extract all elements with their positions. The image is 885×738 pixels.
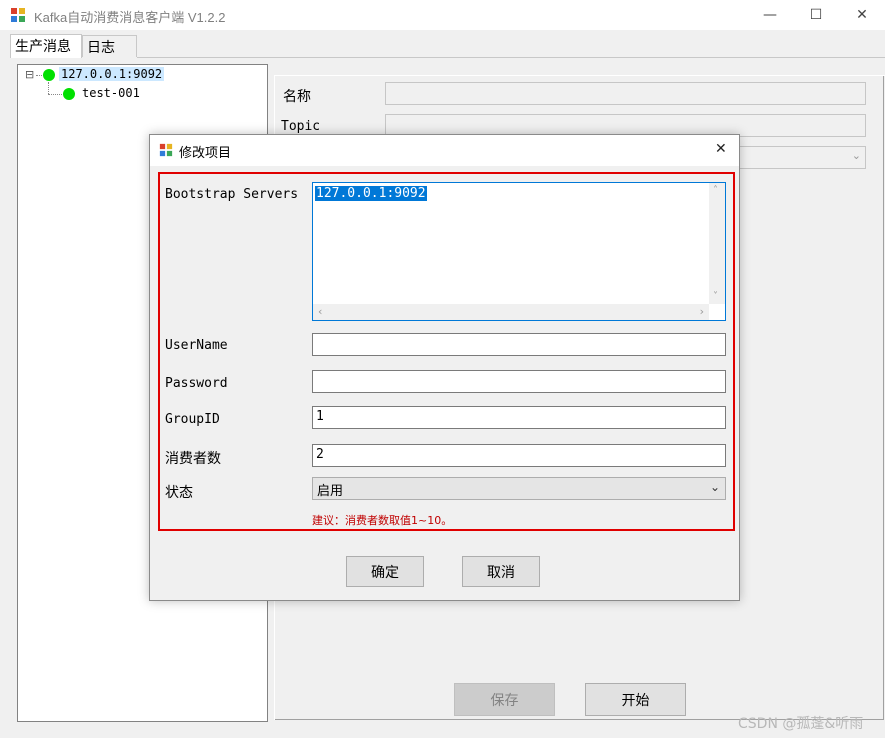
consumer-count-label: 消费者数 [165, 451, 221, 467]
tab-log[interactable]: 日志 [82, 35, 137, 57]
dialog-titlebar: 修改项目 ✕ [150, 135, 739, 166]
chevron-down-icon: ⌄ [851, 149, 861, 162]
save-button[interactable]: 保存 [454, 683, 555, 716]
dialog-close-button[interactable]: ✕ [715, 141, 727, 157]
close-button[interactable]: ✕ [839, 0, 885, 30]
status-label: 状态 [165, 485, 193, 501]
watermark: CSDN @孤蓬&听雨 [738, 716, 864, 732]
groupid-label: GroupID [165, 412, 220, 427]
name-label: 名称 [283, 89, 311, 105]
chevron-down-icon: ⌄ [709, 480, 720, 494]
tab-produce-message[interactable]: 生产消息 [10, 34, 82, 58]
partition-select[interactable]: ⌄ [730, 146, 866, 169]
tree-node-child[interactable]: test-001 [82, 86, 140, 100]
main-titlebar: Kafka自动消费消息客户端 V1.2.2 — ☐ ✕ [0, 0, 885, 30]
tree-connector [48, 82, 49, 94]
tree-connector [36, 75, 42, 76]
scroll-left-icon[interactable]: ‹ [318, 305, 322, 318]
password-label: Password [165, 376, 228, 391]
horizontal-scrollbar[interactable]: ‹ › [313, 304, 709, 320]
status-select-value: 启用 [317, 484, 344, 499]
consumer-hint-text: 建议：消费者数取值1~10。 [312, 514, 453, 527]
start-button[interactable]: 开始 [585, 683, 686, 716]
tree-collapse-icon[interactable]: ⊟ [25, 68, 34, 81]
dialog-app-icon [159, 143, 173, 157]
dialog-title: 修改项目 [179, 146, 232, 161]
tree-connector [48, 94, 62, 95]
scroll-down-icon[interactable]: ˅ [713, 291, 718, 302]
scroll-right-icon[interactable]: › [700, 305, 704, 318]
consumer-count-input[interactable]: 2 [312, 444, 726, 467]
tree-node-root[interactable]: 127.0.0.1:9092 [59, 67, 165, 81]
groupid-input[interactable]: 1 [312, 406, 726, 429]
scroll-up-icon[interactable]: ˄ [713, 185, 718, 196]
username-input[interactable] [312, 333, 726, 356]
window-title: Kafka自动消费消息客户端 V1.2.2 [34, 10, 226, 25]
cancel-button[interactable]: 取消 [462, 556, 540, 587]
username-label: UserName [165, 338, 228, 353]
status-online-icon [43, 69, 55, 81]
bootstrap-servers-textarea[interactable]: 127.0.0.1:9092 ˄ ˅ ‹ › [312, 182, 726, 321]
topic-label: Topic [281, 119, 321, 134]
status-select[interactable]: 启用 ⌄ [312, 477, 726, 500]
name-field[interactable] [385, 82, 866, 105]
bootstrap-servers-label: Bootstrap Servers [165, 187, 299, 202]
status-online-icon [63, 88, 75, 100]
tab-divider [137, 57, 885, 58]
minimize-button[interactable]: — [747, 0, 793, 30]
maximize-button[interactable]: ☐ [793, 0, 839, 30]
app-icon [10, 7, 26, 23]
edit-item-dialog: 修改项目 ✕ Bootstrap Servers 127.0.0.1:9092 … [149, 134, 740, 601]
password-input[interactable] [312, 370, 726, 393]
vertical-scrollbar[interactable]: ˄ ˅ [709, 183, 725, 304]
bootstrap-servers-value: 127.0.0.1:9092 [315, 186, 427, 201]
ok-button[interactable]: 确定 [346, 556, 424, 587]
